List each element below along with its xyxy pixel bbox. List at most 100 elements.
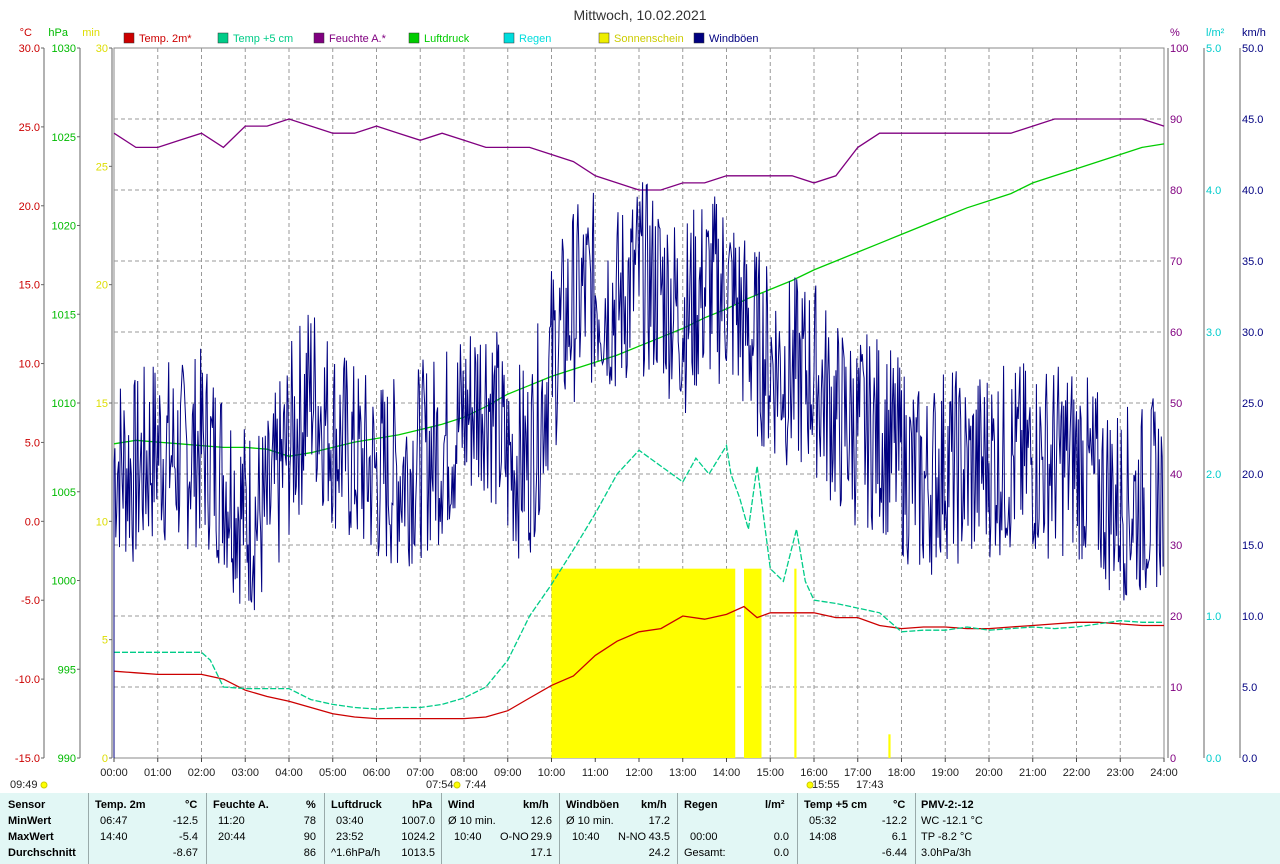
pressure-tick-label: 990	[58, 753, 76, 765]
wind-tick-label: 15.0	[1242, 540, 1263, 552]
rain-max-value: 0.0	[773, 831, 789, 843]
sun-markers: 07:54 7:44 15:55 17:43 09:49	[10, 779, 884, 791]
temp-tick-label: -10.0	[15, 674, 40, 686]
wind-tick-label: 45.0	[1242, 114, 1263, 126]
pressure-header: Luftdruck	[331, 799, 382, 811]
x-tick-label: 21:00	[1019, 767, 1047, 779]
left-axes: °C 30.0 25.0 20.0 15.0 10.0 5.0 0.0 -5.0 -10.0 -15…	[15, 27, 113, 765]
temp-axis-unit: °C	[20, 27, 32, 39]
x-tick-label: 18:00	[888, 767, 916, 779]
sunrise-alt-time: 7:44	[465, 779, 486, 791]
gusts-max-time: 10:40	[572, 831, 600, 843]
legend-label: Windböen	[709, 33, 759, 45]
sunshine-tick-label: 15	[96, 398, 108, 410]
x-tick-label: 22:00	[1063, 767, 1091, 779]
temp-tick-label: 0.0	[25, 516, 40, 528]
pmv-pressure-trend: 3.0hPa/3h	[921, 847, 972, 859]
x-tick-label: 10:00	[538, 767, 566, 779]
sunshine-tick-label: 10	[96, 516, 108, 528]
right-axes: %1009080706050403020100l/m²5.04.03.02.01…	[1167, 27, 1266, 765]
temp5cm-max-time: 14:08	[809, 831, 837, 843]
legend-label: Feuchte A.*	[329, 33, 387, 45]
x-tick-label: 19:00	[931, 767, 959, 779]
rain-max-time: 00:00	[690, 831, 718, 843]
temp2m-max-value: -5.4	[179, 831, 198, 843]
x-tick-label: 01:00	[144, 767, 172, 779]
temp-tick-label: 20.0	[19, 201, 40, 213]
sunrise-time: 07:54	[426, 779, 454, 791]
sunset-alt-time: 17:43	[856, 779, 884, 791]
pressure-max-value: 1024.2	[401, 831, 435, 843]
rain-tick-label: 4.0	[1206, 185, 1221, 197]
sunset-time: 15:55	[812, 779, 840, 791]
pressure-min-time: 03:40	[336, 815, 364, 827]
pmv-dewpoint: TP -8.2 °C	[921, 831, 973, 843]
rain-tick-label: 3.0	[1206, 327, 1221, 339]
temp-tick-label: 15.0	[19, 280, 40, 292]
x-tick-label: 05:00	[319, 767, 347, 779]
sunshine-bar	[794, 568, 797, 758]
rain-total-value: 0.0	[773, 847, 789, 859]
temp-tick-label: 30.0	[19, 43, 40, 55]
x-tick-label: 13:00	[669, 767, 697, 779]
gusts-avg10-label: Ø 10 min.	[566, 815, 614, 827]
humidity-tick-label: 0	[1170, 753, 1176, 765]
pressure-max-time: 23:52	[336, 831, 364, 843]
sunshine-tick-label: 20	[96, 280, 108, 292]
humidity-header: Feuchte A.	[213, 799, 269, 811]
x-tick-label: 20:00	[975, 767, 1003, 779]
temp2m-max-time: 14:40	[100, 831, 128, 843]
humidity-tick-label: 100	[1170, 43, 1188, 55]
pressure-tick-label: 1015	[52, 309, 76, 321]
sunshine-axis-unit: min	[82, 27, 100, 39]
humidity-unit: %	[306, 799, 316, 811]
wind-header: Wind	[448, 799, 475, 811]
pressure-tick-label: 995	[58, 664, 76, 676]
summary-table: Sensor MinWert MaxWert Durchschnitt Temp…	[0, 793, 1280, 864]
sensor-header: Sensor	[8, 799, 46, 811]
wind-axis-unit: km/h	[1242, 27, 1266, 39]
row-label-max: MaxWert	[8, 831, 54, 843]
wind-tick-label: 25.0	[1242, 398, 1263, 410]
row-label-avg: Durchschnitt	[8, 847, 76, 859]
wind-avg-value: 17.1	[530, 847, 552, 859]
pmv-header: PMV-2:-12	[921, 799, 974, 811]
humidity-tick-label: 10	[1170, 682, 1182, 694]
pressure-axis-unit: hPa	[48, 27, 68, 39]
legend: Temp. 2m* Temp +5 cm Feuchte A.* Luftdruck R…	[123, 32, 759, 45]
wind-tick-label: 5.0	[1242, 682, 1257, 694]
humidity-max-time: 20:44	[218, 831, 246, 843]
sunrise-icon	[453, 781, 461, 789]
weather-chart: Mittwoch, 10.02.2021 °C 30.0 25.0 20.0 15.0 1…	[10, 7, 1266, 791]
sunshine-bar	[551, 568, 736, 758]
gusts-avg-value: 24.2	[648, 847, 670, 859]
sun-icon	[40, 781, 48, 789]
humidity-tick-label: 50	[1170, 398, 1182, 410]
temp5cm-unit: °C	[893, 799, 906, 811]
temp-tick-label: -5.0	[21, 595, 40, 607]
gusts-unit: km/h	[641, 799, 667, 811]
x-tick-label: 14:00	[713, 767, 741, 779]
wind-tick-label: 30.0	[1242, 327, 1263, 339]
temp2m-min-value: -12.5	[172, 815, 198, 827]
legend-label: Temp. 2m*	[139, 33, 192, 45]
humidity-min-value: 78	[303, 815, 316, 827]
temp2m-header: Temp. 2m	[95, 799, 146, 811]
sunshine-tick-label: 0	[102, 753, 108, 765]
x-axis: 00:00 01:00 02:00 03:00 04:00 05:00 06:00 07:00…	[100, 758, 1178, 779]
humidity-tick-label: 70	[1170, 256, 1182, 268]
wind-tick-label: 50.0	[1242, 43, 1263, 55]
humidity-min-time: 11:20	[218, 815, 245, 827]
x-tick-label: 15:00	[756, 767, 784, 779]
rain-tick-label: 1.0	[1206, 611, 1221, 623]
legend-swatch	[123, 32, 135, 44]
legend-label: Sonnenschein	[614, 33, 684, 45]
humidity-avg-value: 86	[303, 847, 316, 859]
chart-title: Mittwoch, 10.02.2021	[573, 7, 706, 23]
rain-axis-unit: l/m²	[1206, 27, 1225, 39]
humidity-tick-label: 80	[1170, 185, 1182, 197]
legend-label: Luftdruck	[424, 33, 470, 45]
wind-tick-label: 35.0	[1242, 256, 1263, 268]
x-tick-label: 12:00	[625, 767, 653, 779]
sunshine-tick-label: 5	[102, 635, 108, 647]
